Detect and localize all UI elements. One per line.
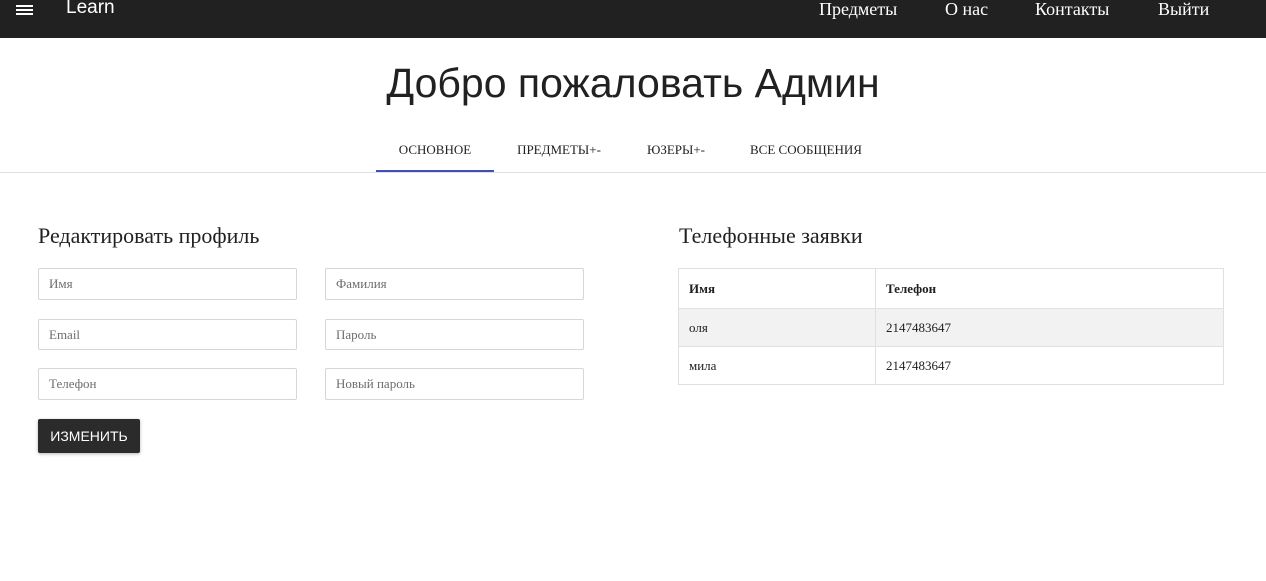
new-password-field[interactable] — [325, 368, 584, 400]
top-navbar: Learn Предметы О нас Контакты Выйти — [0, 0, 1266, 38]
email-field[interactable] — [38, 319, 297, 350]
tab-users[interactable]: ЮЗЕРЫ+- — [624, 128, 728, 172]
brand-logo[interactable]: Learn — [66, 0, 115, 20]
table-row: оля 2147483647 — [678, 308, 1224, 347]
nav-link-contacts[interactable]: Контакты — [1035, 0, 1109, 21]
password-field[interactable] — [325, 319, 584, 350]
cell-name: мила — [678, 346, 876, 385]
nav-link-logout[interactable]: Выйти — [1158, 0, 1209, 21]
cell-phone: 2147483647 — [875, 346, 1224, 385]
cell-name: оля — [678, 308, 876, 347]
nav-link-subjects[interactable]: Предметы — [819, 0, 897, 21]
update-profile-button[interactable]: ИЗМЕНИТЬ — [38, 419, 140, 453]
column-header-name: Имя — [678, 268, 876, 309]
name-field[interactable] — [38, 268, 297, 300]
phone-requests-table: Имя Телефон оля 2147483647 мила 21474836… — [678, 268, 1224, 385]
column-header-phone: Телефон — [875, 268, 1224, 309]
table-header-row: Имя Телефон — [678, 268, 1224, 309]
phone-requests-heading: Телефонные заявки — [679, 223, 863, 248]
surname-field[interactable] — [325, 268, 584, 300]
tab-bar: ОСНОВНОЕ ПРЕДМЕТЫ+- ЮЗЕРЫ+- ВСЕ СООБЩЕНИ… — [0, 128, 1266, 173]
nav-link-about[interactable]: О нас — [945, 0, 988, 21]
edit-profile-heading: Редактировать профиль — [38, 223, 260, 248]
menu-icon[interactable] — [14, 1, 36, 17]
tab-main[interactable]: ОСНОВНОЕ — [376, 128, 494, 172]
tab-all-messages[interactable]: ВСЕ СООБЩЕНИЯ — [728, 128, 884, 172]
page-title: Добро пожаловать Админ — [386, 60, 880, 106]
cell-phone: 2147483647 — [875, 308, 1224, 347]
tab-subjects[interactable]: ПРЕДМЕТЫ+- — [494, 128, 624, 172]
table-row: мила 2147483647 — [678, 346, 1224, 385]
active-tab-indicator — [376, 170, 494, 172]
phone-field[interactable] — [38, 368, 297, 400]
